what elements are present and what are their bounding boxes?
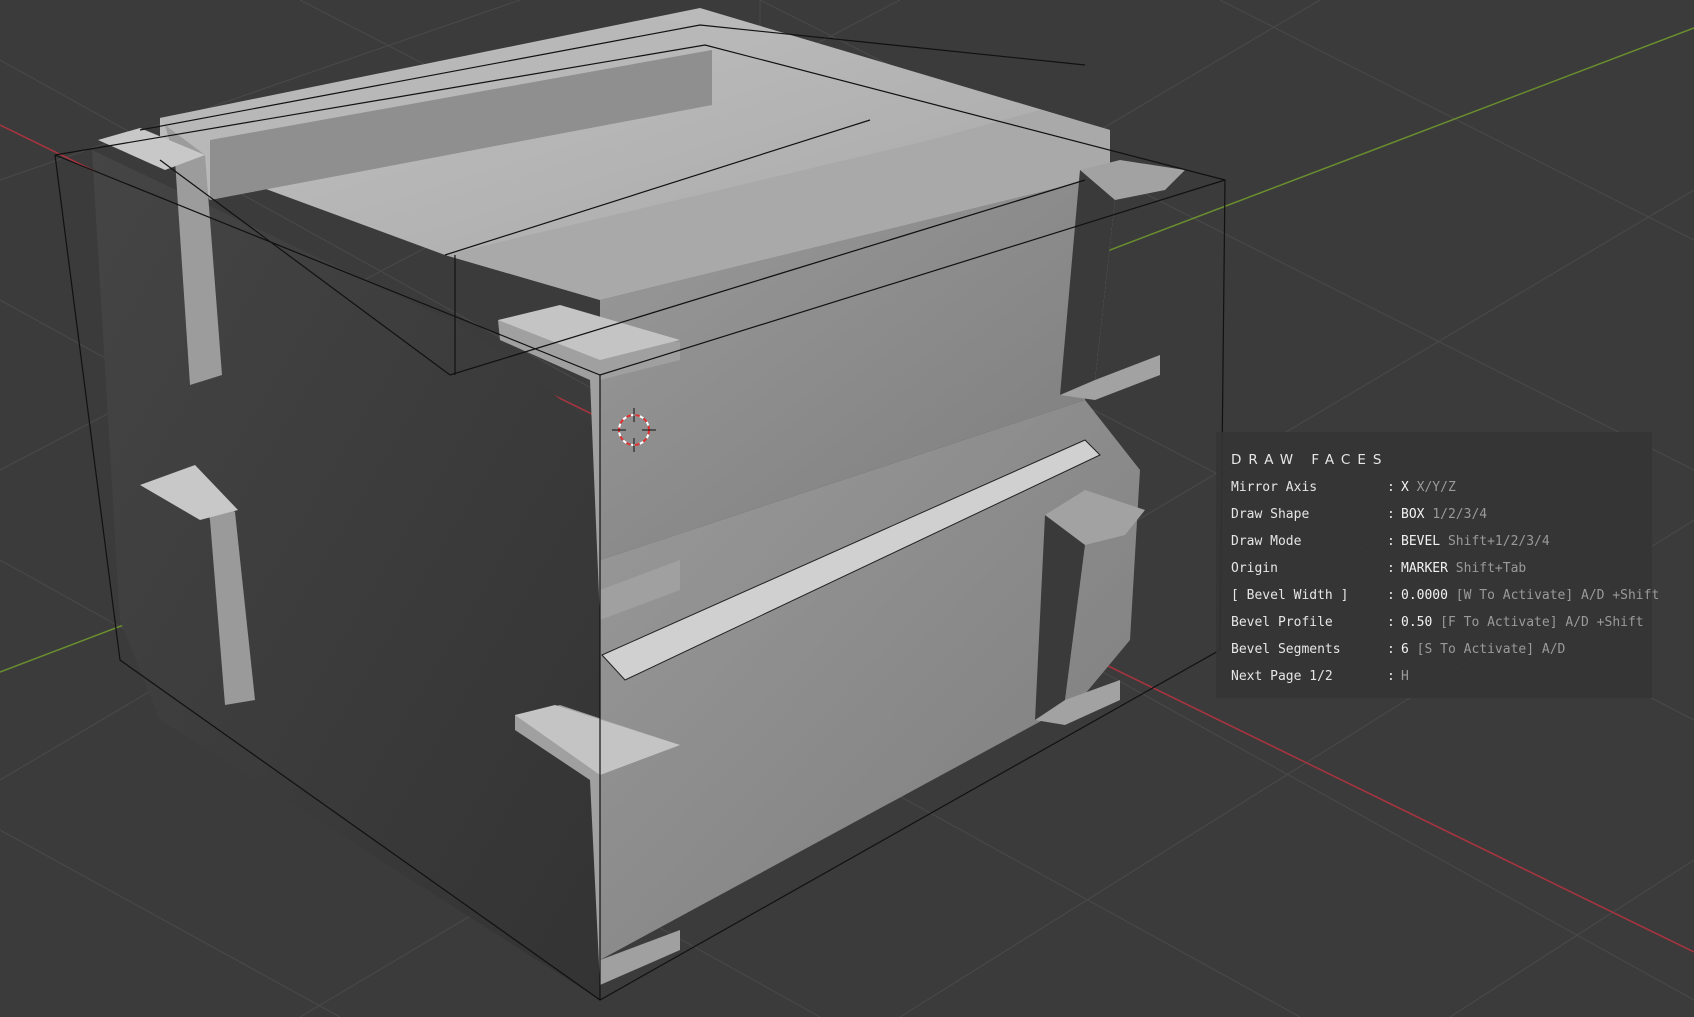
hud-hint: H [1401,669,1409,684]
hud-row-draw-mode: Draw Mode : BEVEL Shift+1/2/3/4 [1231,534,1661,554]
hud-value: MARKER [1401,561,1448,576]
hud-value: X [1401,480,1409,495]
hud-separator: : [1387,669,1395,684]
hud-separator: : [1387,615,1395,630]
hud-row-next-page: Next Page 1/2 : H [1231,669,1661,689]
hud-row-draw-shape: Draw Shape : BOX 1/2/3/4 [1231,507,1661,527]
hud-label: Origin [1231,561,1278,576]
hud-row-origin: Origin : MARKER Shift+Tab [1231,561,1661,581]
hud-hint: Shift+Tab [1455,561,1527,576]
hud-separator: : [1387,588,1395,603]
hud-value: 0.0000 [1401,588,1448,603]
hud-value: 6 [1401,642,1409,657]
hud-row-bevel-width: [ Bevel Width ] : 0.0000 [W To Activate]… [1231,588,1661,608]
hud-label: Draw Mode [1231,534,1302,549]
hud-row-bevel-segments: Bevel Segments : 6 [S To Activate] A/D [1231,642,1661,662]
hud-separator: : [1387,534,1395,549]
hud-hint: Shift+1/2/3/4 [1447,534,1550,549]
hud-label: Bevel Segments [1231,642,1341,657]
hud-hint: [W To Activate] A/D +Shift [1455,588,1660,603]
hud-label: Bevel Profile [1231,615,1333,630]
hud-value: 0.50 [1401,615,1433,630]
hud-hint: [F To Activate] A/D +Shift [1440,615,1644,630]
hud-hint: [S To Activate] A/D [1416,642,1566,657]
draw-faces-hud: DRAW FACES Mirror Axis : X X/Y/Z Draw Sh… [1216,432,1659,698]
hud-separator: : [1387,480,1395,495]
hud-separator: : [1387,642,1395,657]
hud-row-bevel-profile: Bevel Profile : 0.50 [F To Activate] A/D… [1231,615,1661,635]
hud-separator: : [1387,561,1395,576]
hud-title: DRAW FACES [1231,452,1389,468]
hud-separator: : [1387,507,1395,522]
hud-hint: 1/2/3/4 [1432,507,1488,522]
hud-label: Draw Shape [1231,507,1310,522]
hud-label: Mirror Axis [1231,480,1318,495]
hud-row-mirror-axis: Mirror Axis : X X/Y/Z [1231,480,1661,500]
hud-hint: X/Y/Z [1416,480,1456,495]
hud-label: Next Page 1/2 [1231,669,1333,684]
hud-value: BOX [1401,507,1425,522]
hud-value: BEVEL [1401,534,1441,549]
hud-label: [ Bevel Width ] [1231,588,1349,603]
